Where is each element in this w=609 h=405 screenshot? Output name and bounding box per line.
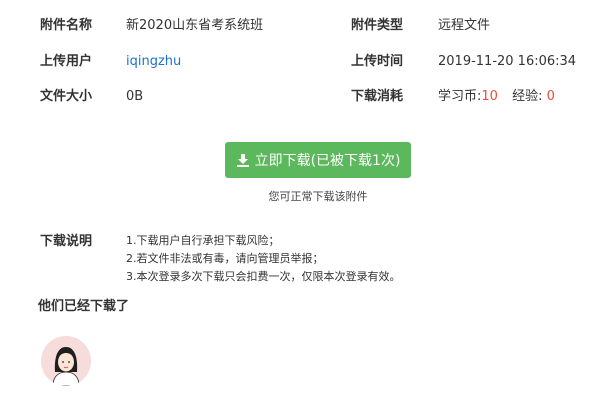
- info-row-name-type: 附件名称 新2020山东省考系统班 附件类型 远程文件: [0, 14, 609, 38]
- coins-label: 学习币:: [438, 89, 482, 104]
- download-icon: [236, 153, 250, 167]
- info-row-uploader-time: 上传用户 iqingzhu 上传时间 2019-11-20 16:06:34: [0, 50, 609, 74]
- download-note-line: 1.下载用户自行承担下载风险；: [126, 234, 280, 247]
- attachment-type-label: 附件类型: [351, 18, 404, 33]
- attachment-type-value: 远程文件: [438, 18, 491, 33]
- download-note: 您可正常下载该附件: [268, 190, 368, 203]
- file-size-label: 文件大小: [40, 89, 93, 104]
- user-avatar-icon[interactable]: [41, 336, 91, 386]
- download-button-label: 立即下载(已被下载1次): [254, 153, 401, 169]
- download-note-line: 2.若文件非法或有毒，请向管理员举报；: [126, 252, 324, 265]
- download-notes-title: 下载说明: [40, 234, 93, 249]
- attachment-name-value: 新2020山东省考系统班: [126, 18, 264, 33]
- upload-time-label: 上传时间: [351, 54, 404, 69]
- exp-value: 0: [546, 89, 555, 104]
- uploader-link[interactable]: iqingzhu: [126, 50, 181, 74]
- attachment-name-label: 附件名称: [40, 18, 93, 33]
- uploader-label: 上传用户: [40, 54, 93, 69]
- download-note-line: 3.本次登录多次下载只会扣费一次，仅限本次登录有效。: [126, 270, 401, 283]
- download-cost-label: 下载消耗: [351, 89, 404, 104]
- downloaded-by-title: 他们已经下载了: [38, 299, 130, 314]
- coins-value: 10: [481, 89, 498, 104]
- info-row-size-cost: 文件大小 0B 下载消耗 学习币:10 经验: 0: [0, 85, 609, 109]
- exp-label: 经验:: [512, 89, 543, 104]
- file-size-value: 0B: [126, 89, 144, 104]
- download-notes-list: 1.下载用户自行承担下载风险； 2.若文件非法或有毒，请向管理员举报； 3.本次…: [126, 232, 401, 286]
- download-button[interactable]: 立即下载(已被下载1次): [225, 142, 411, 178]
- download-cost-value: 学习币:10 经验: 0: [438, 85, 555, 109]
- upload-time-value: 2019-11-20 16:06:34: [438, 54, 577, 69]
